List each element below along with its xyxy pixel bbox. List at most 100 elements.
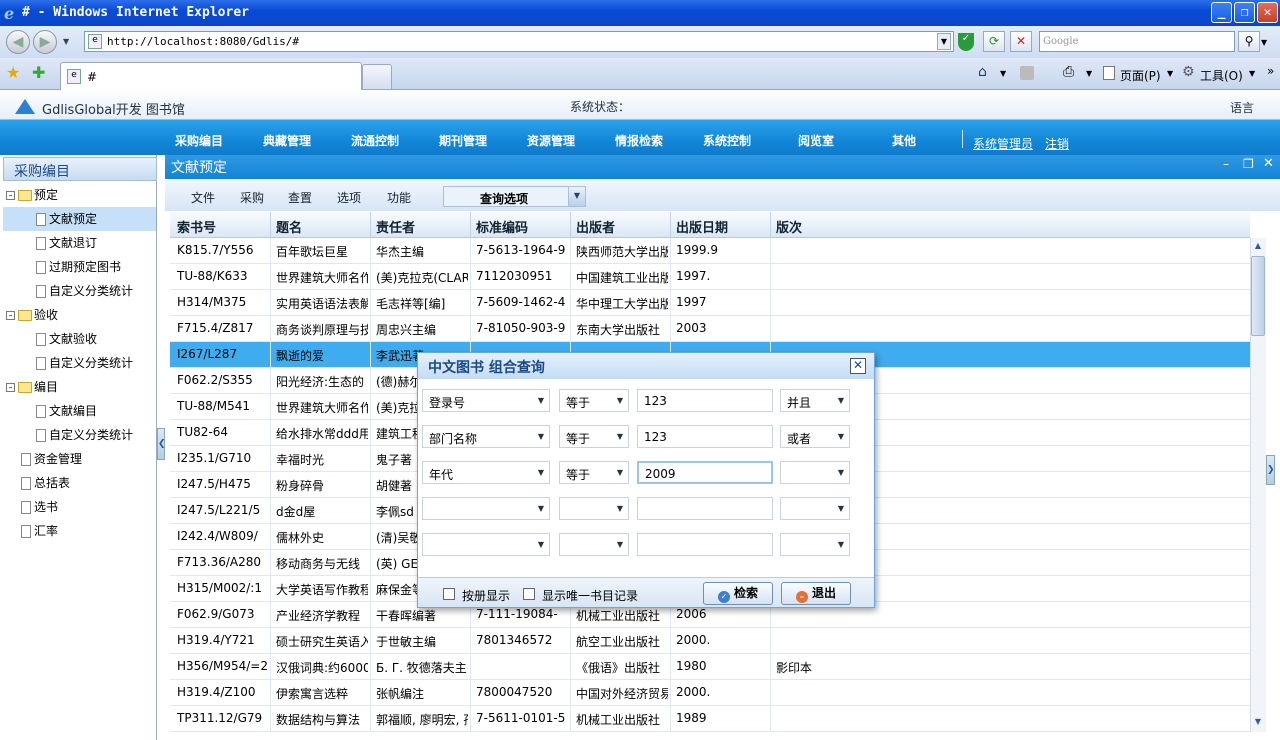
condition-logic-select[interactable]: ▼	[780, 497, 850, 520]
sidebar-item[interactable]: 资金管理	[3, 447, 156, 471]
minimize-button[interactable]: _	[1211, 2, 1232, 23]
query-options-select[interactable]: 查询选项 ▼	[443, 186, 586, 207]
toolbar-options[interactable]: 选项	[337, 189, 361, 206]
exit-button[interactable]: – 退出	[781, 582, 851, 605]
sidebar-item[interactable]: 自定义分类统计	[3, 423, 156, 447]
page-menu[interactable]: 页面(P)	[1120, 67, 1161, 84]
condition-field-select[interactable]: ▼	[422, 533, 550, 556]
sidebar-item[interactable]: 文献验收	[3, 327, 156, 351]
chevron-down-icon[interactable]: ▼	[538, 540, 544, 549]
condition-operator-select[interactable]: ▼	[559, 497, 629, 520]
sidebar-item[interactable]: – 验收	[3, 303, 156, 327]
chevron-down-icon[interactable]: ▼	[538, 396, 544, 405]
stop-button[interactable]: ✕	[1010, 31, 1032, 52]
table-row[interactable]: TP311.12/G79 数据结构与算法 郭福顺, 廖明宏, 孙 7-5611-010…	[170, 706, 1250, 732]
menu-resources[interactable]: 资源管理	[527, 132, 575, 149]
condition-operator-select[interactable]: 等于 ▼	[559, 425, 629, 448]
chevron-down-icon[interactable]: ▼	[538, 432, 544, 441]
menu-reading-room[interactable]: 阅览室	[798, 132, 834, 149]
chevron-down-icon[interactable]: ▼	[538, 468, 544, 477]
table-row[interactable]: H356/M954/=2 汉俄词典:约6000 Б. Г. 牧德落夫主 《俄语》出版社…	[170, 654, 1250, 680]
collapse-icon[interactable]: –	[6, 311, 15, 320]
sidebar-item[interactable]: 自定义分类统计	[3, 279, 156, 303]
toolbar-functions[interactable]: 功能	[387, 189, 411, 206]
condition-field-select[interactable]: ▼	[422, 497, 550, 520]
unique-record-checkbox[interactable]	[523, 588, 535, 600]
maximize-button[interactable]: ❐	[1234, 2, 1255, 23]
chevron-down-icon[interactable]: ▼	[538, 504, 544, 513]
condition-logic-select[interactable]: ▼	[780, 461, 850, 484]
condition-value-input[interactable]	[637, 533, 773, 556]
sidebar-item[interactable]: 选书	[3, 495, 156, 519]
column-header-date[interactable]: 出版日期	[676, 217, 728, 236]
column-header-call-number[interactable]: 索书号	[177, 217, 216, 236]
column-divider[interactable]	[470, 212, 471, 238]
panel-restore-icon[interactable]: ❐	[1243, 157, 1254, 171]
menu-system[interactable]: 系统控制	[703, 132, 751, 149]
chevron-down-icon[interactable]: ▼	[617, 504, 623, 513]
column-divider[interactable]	[770, 212, 771, 238]
menu-acquisition[interactable]: 采购编目	[175, 132, 223, 149]
feeds-icon[interactable]	[1020, 66, 1034, 80]
add-favorites-icon[interactable]: ✚	[32, 63, 45, 82]
column-divider[interactable]	[270, 212, 271, 238]
chevron-down-icon[interactable]: ▼	[838, 504, 844, 513]
chevron-down-icon[interactable]: ▼	[838, 540, 844, 549]
print-dropdown-icon[interactable]: ▼	[1086, 69, 1092, 78]
chevron-down-icon[interactable]: ▼	[568, 187, 585, 206]
column-header-author[interactable]: 责任者	[376, 217, 415, 236]
close-window-button[interactable]: ✕	[1257, 2, 1278, 23]
menu-circulation[interactable]: 流通控制	[351, 132, 399, 149]
search-icon[interactable]: ⚲	[1238, 31, 1260, 52]
tools-dropdown-icon[interactable]: ▼	[1249, 69, 1255, 78]
chevron-down-icon[interactable]: ▼	[617, 432, 623, 441]
logout-link[interactable]: 注销	[1045, 135, 1069, 152]
sidebar-item[interactable]: 过期预定图书	[3, 255, 156, 279]
sidebar-item[interactable]: – 编目	[3, 375, 156, 399]
page-dropdown-icon[interactable]: ▼	[1167, 69, 1173, 78]
chevron-down-icon[interactable]: ▼	[617, 468, 623, 477]
sidebar-item[interactable]: 文献编目	[3, 399, 156, 423]
column-divider[interactable]	[670, 212, 671, 238]
condition-logic-select[interactable]: 或者 ▼	[780, 425, 850, 448]
table-row[interactable]: F715.4/Z817 商务谈判原理与技巧周忠兴主编 7-81050-903-9 东南…	[170, 316, 1250, 342]
condition-value-input[interactable]	[637, 497, 773, 520]
menu-other[interactable]: 其他	[892, 132, 916, 149]
condition-operator-select[interactable]: 等于 ▼	[559, 389, 629, 412]
column-header-title[interactable]: 题名	[276, 217, 302, 236]
condition-value-input[interactable]: 123	[637, 425, 773, 448]
menu-retrieval[interactable]: 情报检索	[615, 132, 663, 149]
condition-logic-select[interactable]: ▼	[780, 533, 850, 556]
sidebar-item[interactable]: 总括表	[3, 471, 156, 495]
scroll-down-icon[interactable]: ▼	[1251, 714, 1265, 730]
sidebar-item[interactable]: 文献退订	[3, 231, 156, 255]
column-divider[interactable]	[570, 212, 571, 238]
tools-menu[interactable]: 工具(O)	[1200, 67, 1243, 84]
panel-minimize-icon[interactable]: –	[1223, 157, 1229, 171]
sidebar-item[interactable]: 自定义分类统计	[3, 351, 156, 375]
home-dropdown-icon[interactable]: ▼	[1000, 69, 1006, 78]
dialog-close-icon[interactable]: ✕	[850, 358, 866, 374]
panel-close-icon[interactable]: ✕	[1263, 156, 1274, 171]
table-row[interactable]: H319.4/Z100 伊索寓言选粹 张帆编注 7800047520 中国对外经济贸易出…	[170, 680, 1250, 706]
chevron-down-icon[interactable]: ▼	[617, 396, 623, 405]
condition-field-select[interactable]: 年代 ▼	[422, 461, 550, 484]
condition-operator-select[interactable]: 等于 ▼	[559, 461, 629, 484]
expand-right-panel-button[interactable]: ❯	[1266, 455, 1275, 485]
back-button[interactable]: ◀	[6, 30, 30, 54]
toolbar-query[interactable]: 查置	[288, 189, 312, 206]
column-header-isbn[interactable]: 标准编码	[476, 217, 528, 236]
menu-periodicals[interactable]: 期刊管理	[439, 132, 487, 149]
search-input[interactable]: Google	[1039, 31, 1235, 52]
history-dropdown-icon[interactable]: ▼	[63, 37, 69, 46]
security-shield-icon[interactable]: ✓	[958, 33, 974, 51]
collapse-icon[interactable]: –	[6, 383, 15, 392]
chevron-down-icon[interactable]: ▼	[617, 540, 623, 549]
sidebar-item[interactable]: – 预定	[3, 183, 156, 207]
sidebar-item[interactable]: 文献预定	[3, 207, 156, 231]
search-options-icon[interactable]: ▼	[1261, 38, 1267, 47]
chevron-down-icon[interactable]: ▼	[838, 468, 844, 477]
address-bar[interactable]: e http://localhost:8080/Gdlis/# ▼	[84, 31, 954, 52]
scroll-up-icon[interactable]: ▲	[1251, 238, 1265, 254]
refresh-button[interactable]: ⟳	[983, 31, 1005, 52]
